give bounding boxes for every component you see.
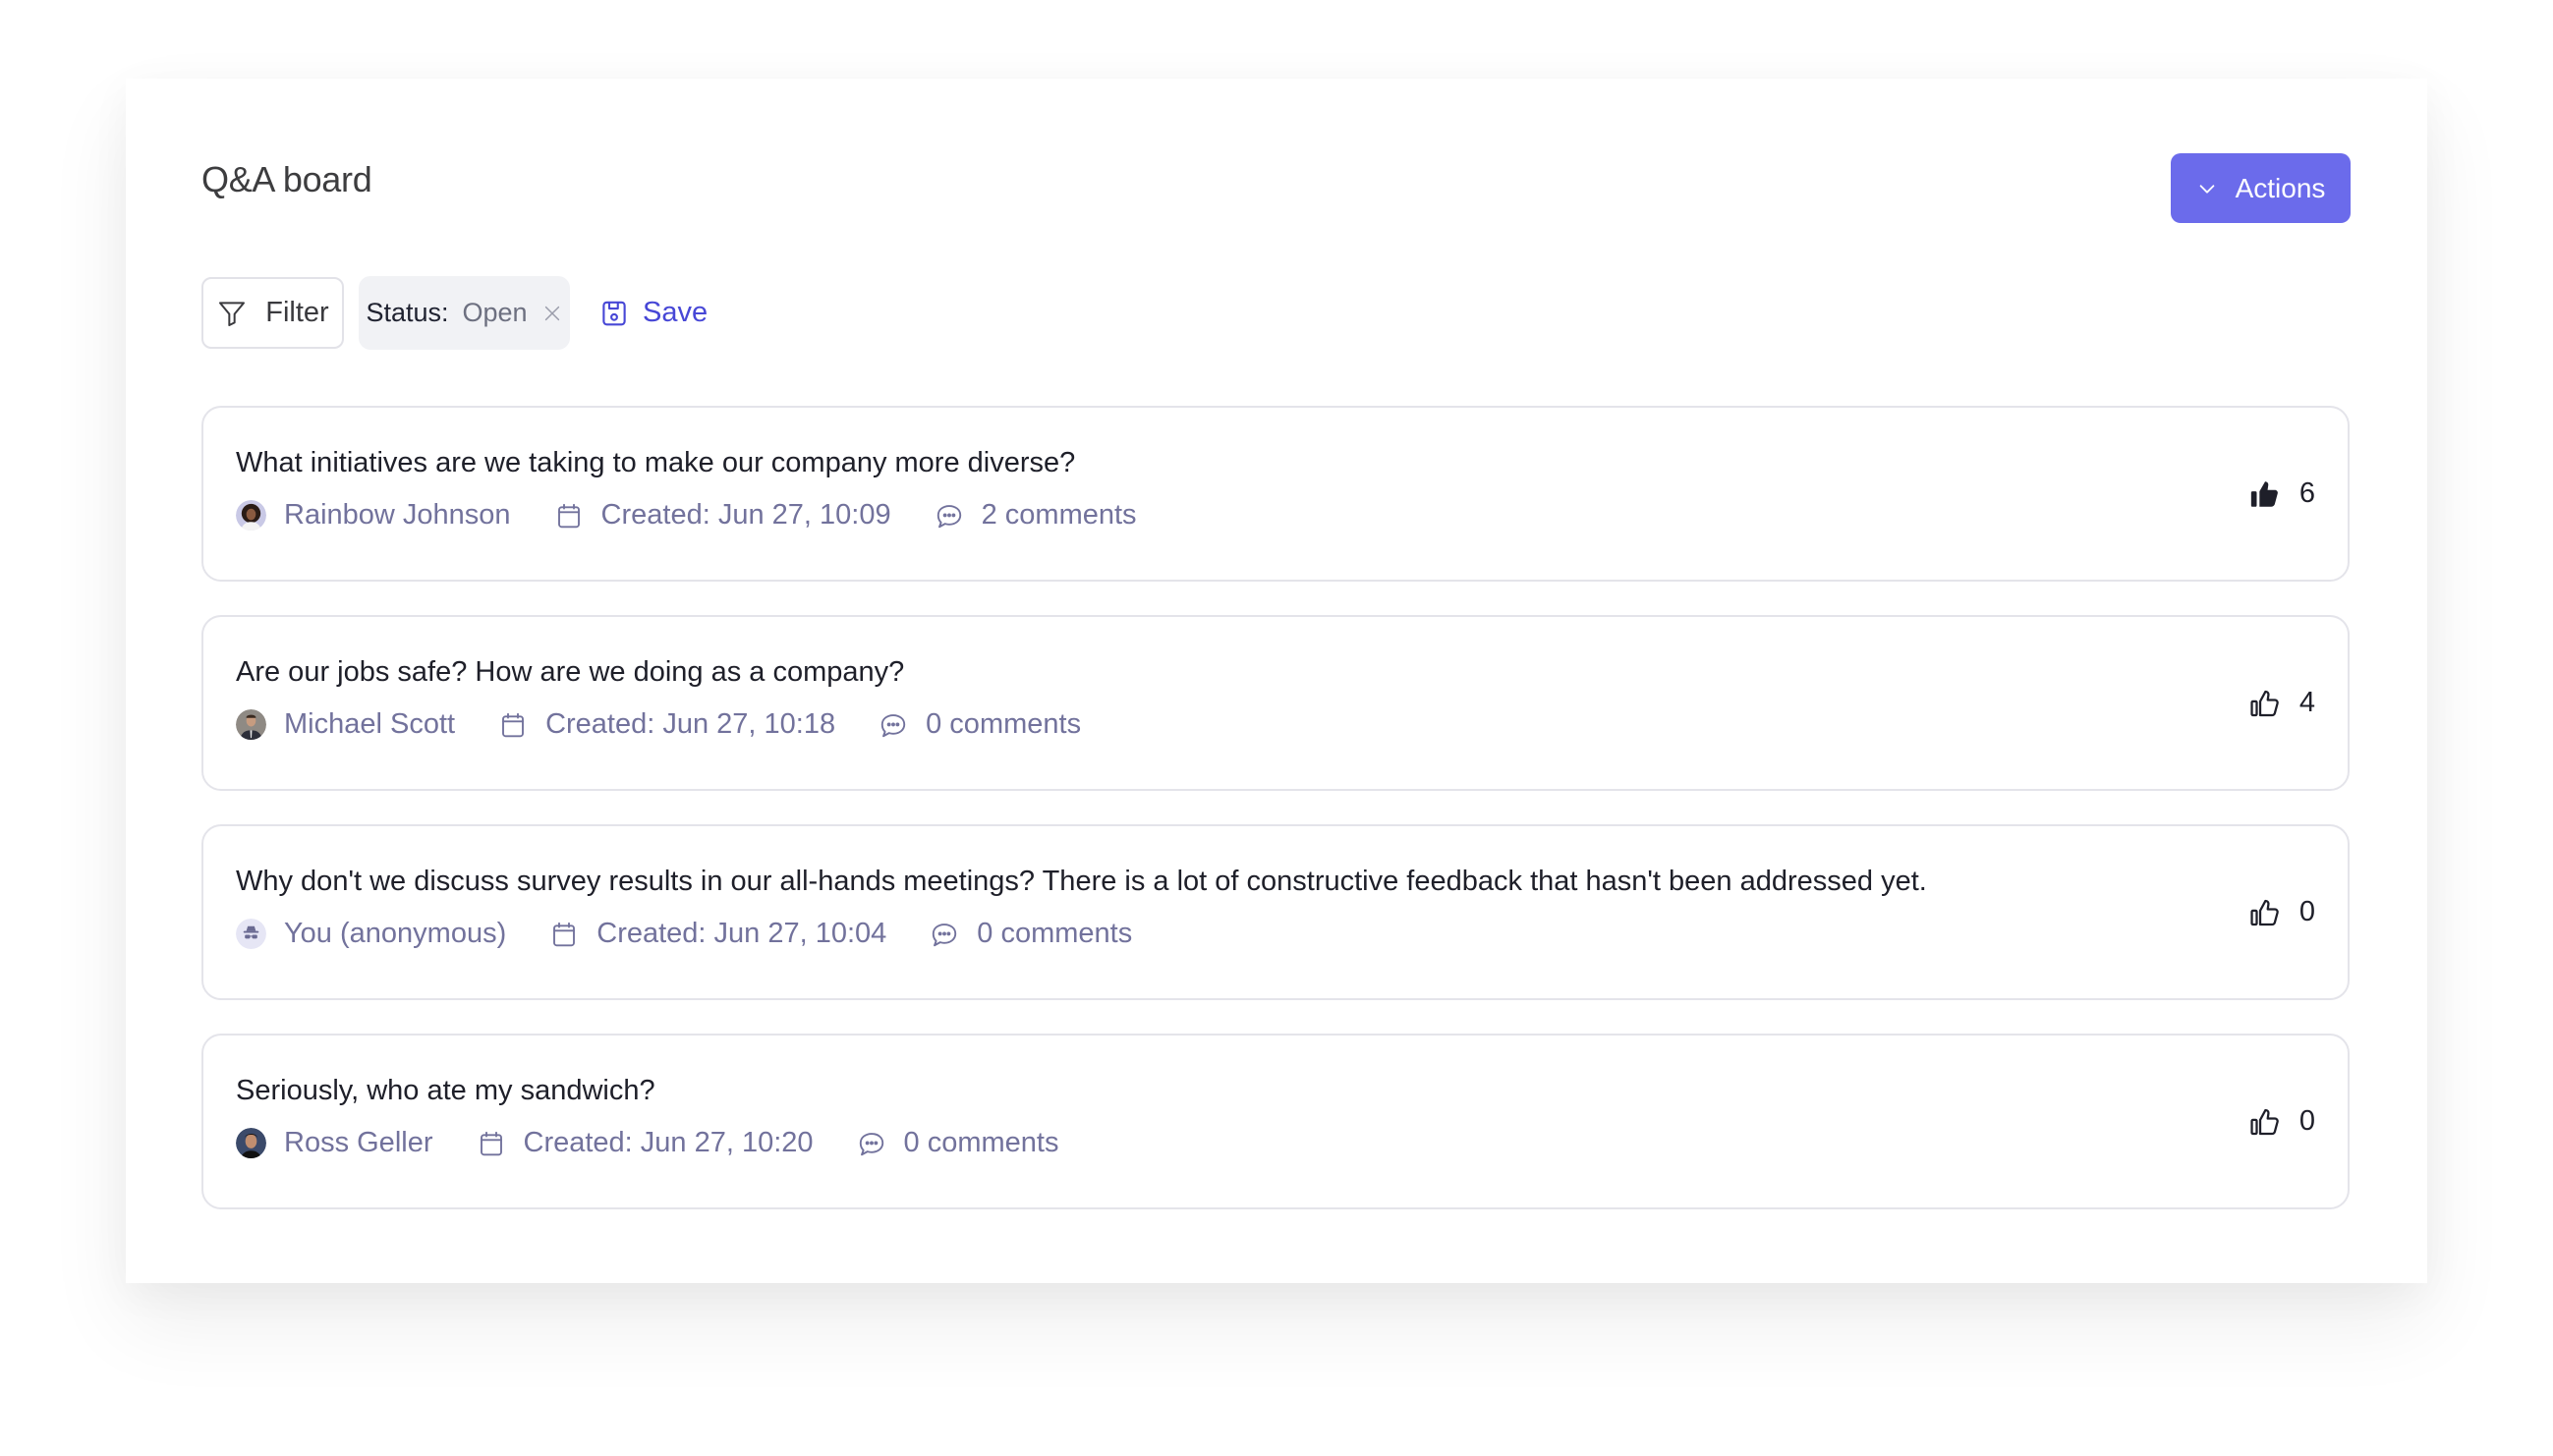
author-name: You (anonymous) bbox=[284, 918, 507, 949]
chip-value: Open bbox=[462, 298, 528, 327]
author-name: Michael Scott bbox=[284, 708, 456, 740]
created-date: Created: Jun 27, 10:04 bbox=[596, 918, 887, 949]
upvote-button[interactable]: 0 bbox=[2248, 1036, 2315, 1207]
question-text: Why don't we discuss survey results in o… bbox=[236, 866, 1927, 897]
question-card[interactable]: Why don't we discuss survey results in o… bbox=[201, 824, 2350, 1000]
save-filter-button[interactable]: Save bbox=[599, 297, 708, 329]
comment-bubble-icon bbox=[936, 504, 961, 528]
author-name: Ross Geller bbox=[284, 1127, 433, 1158]
vote-count: 4 bbox=[2298, 687, 2315, 718]
comment-count[interactable]: 2 comments bbox=[982, 499, 1137, 532]
calendar-icon bbox=[553, 922, 576, 946]
funnel-icon bbox=[219, 301, 246, 326]
thumbs-up-outline-icon bbox=[2250, 899, 2279, 925]
page-title: Q&A board bbox=[201, 159, 372, 199]
user-photo-icon bbox=[236, 1128, 266, 1158]
question-meta: Rainbow Johnson Created: Jun 27, 10:09 2… bbox=[236, 499, 1180, 532]
upvote-button[interactable]: 6 bbox=[2248, 408, 2315, 580]
chevron-down-icon bbox=[2199, 184, 2214, 194]
filter-button[interactable]: Filter bbox=[201, 277, 344, 349]
upvote-button[interactable]: 0 bbox=[2248, 826, 2315, 998]
question-card[interactable]: Seriously, who ate my sandwich? Ross Gel… bbox=[201, 1034, 2350, 1209]
comment-count[interactable]: 0 comments bbox=[926, 708, 1081, 741]
vote-count: 6 bbox=[2298, 477, 2315, 509]
floppy-disk-icon bbox=[602, 301, 626, 325]
chip-key: Status: bbox=[366, 298, 449, 327]
author-name: Rainbow Johnson bbox=[284, 499, 511, 531]
avatar bbox=[236, 709, 266, 740]
question-meta: Ross Geller Created: Jun 27, 10:20 0 com… bbox=[236, 1127, 1103, 1159]
actions-button-label: Actions bbox=[2235, 172, 2326, 203]
created-date: Created: Jun 27, 10:09 bbox=[600, 499, 891, 531]
vote-count: 0 bbox=[2298, 1105, 2315, 1137]
thumbs-up-outline-icon bbox=[2250, 1108, 2279, 1135]
filter-toolbar: Filter Status: Open Save bbox=[201, 276, 708, 350]
question-meta: Michael Scott Created: Jun 27, 10:18 0 c… bbox=[236, 708, 1124, 741]
save-label: Save bbox=[643, 297, 709, 328]
created-date: Created: Jun 27, 10:18 bbox=[545, 708, 836, 740]
user-photo-icon bbox=[236, 500, 266, 531]
status-filter-chip[interactable]: Status: Open bbox=[359, 276, 570, 350]
comment-bubble-icon bbox=[880, 713, 906, 737]
comment-bubble-icon bbox=[859, 1132, 883, 1155]
comment-bubble-icon bbox=[933, 923, 957, 946]
calendar-icon bbox=[480, 1131, 502, 1155]
close-icon[interactable] bbox=[541, 303, 563, 324]
user-photo-icon bbox=[236, 709, 266, 740]
question-card[interactable]: What initiatives are we taking to make o… bbox=[201, 406, 2350, 582]
question-card[interactable]: Are our jobs safe? How are we doing as a… bbox=[201, 615, 2350, 791]
comment-count[interactable]: 0 comments bbox=[904, 1127, 1059, 1159]
question-meta: You (anonymous) Created: Jun 27, 10:04 0… bbox=[236, 918, 1175, 950]
filter-button-label: Filter bbox=[265, 297, 329, 328]
thumbs-up-outline-icon bbox=[2250, 690, 2279, 716]
question-text: Seriously, who ate my sandwich? bbox=[236, 1075, 655, 1106]
calendar-icon bbox=[557, 503, 580, 528]
actions-button[interactable]: Actions bbox=[2171, 153, 2351, 223]
thumbs-up-filled-icon bbox=[2250, 480, 2278, 507]
comment-count[interactable]: 0 comments bbox=[977, 918, 1132, 950]
question-text: Are our jobs safe? How are we doing as a… bbox=[236, 656, 905, 688]
vote-count: 0 bbox=[2298, 896, 2315, 927]
question-list: What initiatives are we taking to make o… bbox=[201, 406, 2350, 1243]
avatar bbox=[236, 919, 266, 949]
created-date: Created: Jun 27, 10:20 bbox=[523, 1127, 814, 1158]
upvote-button[interactable]: 4 bbox=[2248, 617, 2315, 789]
anonymous-spy-icon bbox=[236, 919, 266, 949]
qa-board-panel: Q&A board Actions Filter Status: Open Sa… bbox=[126, 79, 2427, 1283]
avatar bbox=[236, 1128, 266, 1158]
calendar-icon bbox=[502, 712, 525, 737]
question-text: What initiatives are we taking to make o… bbox=[236, 447, 1076, 478]
avatar bbox=[236, 500, 266, 531]
